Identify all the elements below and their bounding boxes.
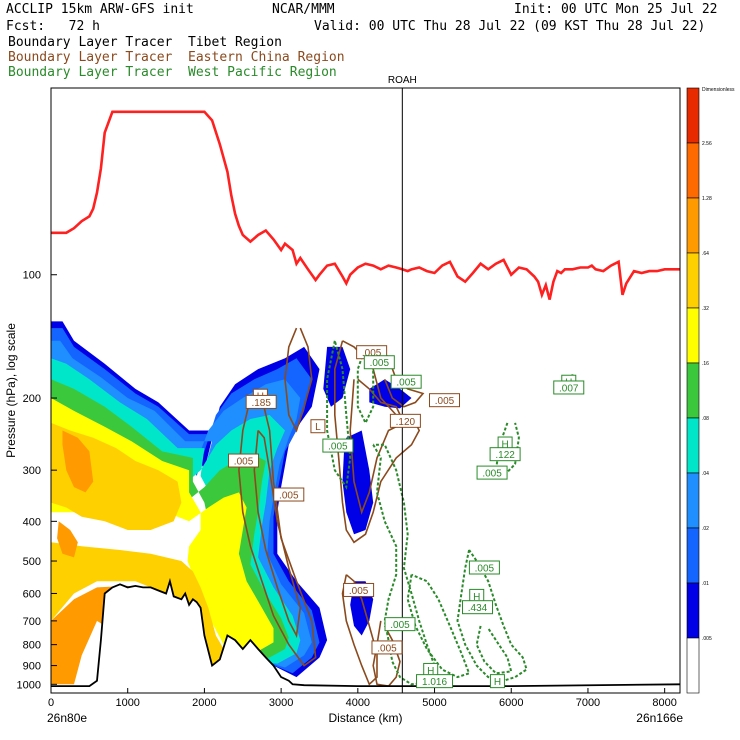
contour-label: 1.016 (422, 677, 447, 688)
x-tick-label: 3000 (269, 697, 293, 709)
colorbar-level-label: .16 (702, 361, 709, 367)
colorbar-swatch (686, 362, 700, 419)
contour-label: .007 (559, 383, 579, 394)
x-tick-label: 8000 (652, 697, 676, 709)
tropopause-polyline (51, 110, 680, 300)
x-right-endpoint: 26n166e (636, 711, 683, 725)
y-tick-label: 500 (23, 556, 41, 568)
contour-label: .005 (234, 457, 254, 468)
colorbar-title: Dimensionless (702, 87, 735, 93)
contour-label: .005 (370, 358, 390, 369)
colorbar-swatch (686, 472, 700, 529)
tropopause-line (51, 110, 680, 300)
x-tick-label: 5000 (422, 697, 446, 709)
colorbar-swatch (686, 637, 700, 694)
y-tick-label: 200 (23, 393, 41, 405)
colorbar-level-label: .01 (702, 581, 709, 587)
x-tick-label: 4000 (346, 697, 370, 709)
roah-label: ROAH (388, 75, 417, 86)
colorbar-swatch (686, 252, 700, 309)
x-tick-label: 0 (48, 697, 54, 709)
colorbar-swatch (686, 582, 700, 639)
colorbar-level-label: .005 (702, 636, 712, 642)
y-tick-label: 900 (23, 661, 41, 673)
y-tick-label: 800 (23, 640, 41, 652)
colorbar-swatch (686, 87, 700, 144)
contour-label: .005 (349, 586, 369, 597)
y-tick-label: 1000 (17, 679, 41, 691)
colorbar-swatch (686, 142, 700, 199)
contour-label: .005 (328, 442, 348, 453)
contour-label: .005 (482, 469, 502, 480)
cross-section-chart: ROAH .005.005.005.005H.007H.185L.120.005… (4, 75, 735, 725)
colorbar: Dimensionless 2.56 1.28 .64 .32 .16 .08 .04 .02.… (686, 87, 735, 694)
contour-label: .005 (475, 564, 495, 575)
colorbar-level-label: 1.28 (702, 196, 712, 202)
y-tick-label: 700 (23, 616, 41, 628)
contour-label: L (315, 422, 321, 433)
contour-label: H (494, 677, 501, 688)
contour-label: .122 (495, 450, 515, 461)
contour-label: .120 (396, 417, 416, 428)
x-tick-label: 6000 (499, 697, 523, 709)
colorbar-swatch (686, 307, 700, 364)
contour-label: .434 (468, 603, 488, 614)
contour-label: .005 (390, 620, 410, 631)
y-axis: 100 200 300 400 500 600 700 800 900 1000 Pressure … (4, 270, 57, 691)
colorbar-level-label: .08 (702, 416, 709, 422)
x-tick-label: 7000 (576, 697, 600, 709)
contour-label: .005 (279, 491, 299, 502)
x-axis-title: Distance (km) (328, 711, 402, 725)
contour-label: .005 (396, 378, 416, 389)
x-axis: 0 1000 2000 3000 4000 5000 6000 7000 8000 Distanc… (47, 688, 683, 725)
x-left-endpoint: 26n80e (47, 711, 87, 725)
x-tick-label: 1000 (115, 697, 139, 709)
y-axis-title: Pressure (hPa), log scale (4, 323, 18, 458)
colorbar-swatch (686, 197, 700, 254)
colorbar-level-label: .64 (702, 251, 709, 257)
y-tick-label: 400 (23, 516, 41, 528)
y-tick-label: 100 (23, 270, 41, 282)
colorbar-level-label: .02 (702, 526, 709, 532)
y-tick-label: 600 (23, 588, 41, 600)
colorbar-level-label: .04 (702, 471, 709, 477)
colorbar-level-label: .32 (702, 306, 709, 312)
colorbar-level-label: 2.56 (702, 141, 712, 147)
colorbar-swatch (686, 417, 700, 474)
y-tick-label: 300 (23, 465, 41, 477)
contour-label: .005 (377, 643, 397, 654)
contour-label: .005 (435, 396, 455, 407)
x-tick-label: 2000 (192, 697, 216, 709)
contour-label: .185 (251, 398, 271, 409)
colorbar-swatch (686, 527, 700, 584)
